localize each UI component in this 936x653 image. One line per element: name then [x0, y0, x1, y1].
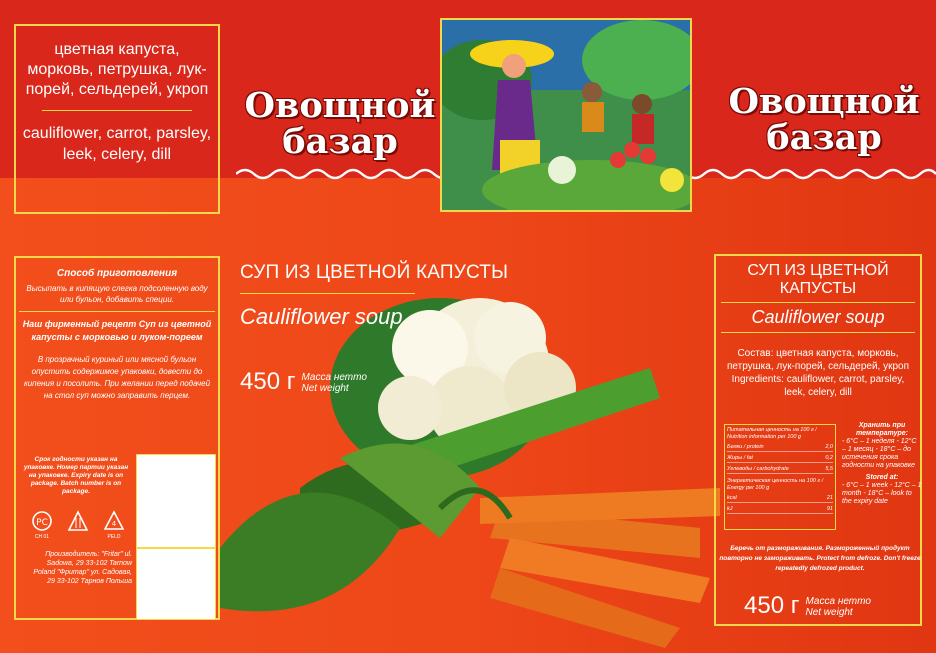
nutrition-heading: Питательная ценность на 100 г / Nutritio… — [727, 427, 817, 440]
brand-line1: Овощной — [728, 81, 920, 122]
certification-marks: PC CH 01 4 PELD — [26, 510, 130, 544]
energy-row: kJ 91 — [727, 506, 833, 514]
brand-line2: базар — [282, 121, 398, 162]
recycle-icon: 4 PELD — [100, 510, 128, 540]
storage-heading-en: Stored at: — [865, 474, 899, 481]
weight-label-en: Net weight — [301, 383, 349, 394]
nutrient-label: Белки / protein — [727, 444, 764, 450]
brand-line1: Овощной — [244, 85, 436, 126]
product-title-ru: СУП ИЗ ЦВЕТНОЙ КАПУСТЫ — [747, 262, 889, 297]
weight-label-ru: Масса нетто — [805, 596, 871, 607]
energy-value: 91 — [826, 506, 833, 512]
product-title-en: Cauliflower soup — [240, 304, 403, 329]
mark-label: PELD — [107, 534, 121, 540]
brand-logo-left: Овощной базар — [240, 88, 440, 160]
nutrition-table: Питательная ценность на 100 г / Nutritio… — [724, 424, 836, 530]
composition: Состав: цветная капуста, морковь, петруш… — [726, 348, 910, 398]
storage-ru: - 6°С – 1 неделя - 12°С – 1 месяц - 18°С… — [842, 438, 917, 469]
weight-label-ru: Масса нетто — [301, 372, 367, 383]
storage-info: Хранить при температуре: - 6°С – 1 недел… — [842, 422, 922, 506]
expiry-text: Срок годности указан на упаковке. Номер … — [23, 456, 129, 495]
net-weight: 450 г Масса нетто Net weight — [240, 368, 367, 396]
brand-line2: базар — [766, 117, 882, 158]
nutrient-label: Углеводы / carbohydrate — [727, 466, 789, 472]
producer-address: Производитель: "Fritar" ul. Sadowa, 29 3… — [33, 551, 132, 585]
nutrient-value: 2,0 — [825, 444, 833, 450]
energy-heading: Энергетическая ценность на 100 г / Energ… — [727, 478, 824, 491]
svg-text:PC: PC — [36, 518, 48, 528]
weight-label: Масса нетто Net weight — [301, 372, 366, 394]
nutrition-row: Белки / protein 2,0 — [727, 444, 833, 452]
energy-label: kcal — [727, 495, 737, 501]
rst-mark-icon: PC CH 01 — [28, 510, 56, 540]
product-title-en: Cauliflower soup — [751, 307, 885, 327]
divider — [721, 302, 915, 303]
weight-value: 450 г — [240, 368, 296, 395]
cup-fork-icon — [64, 510, 92, 534]
weight-value: 450 г — [744, 592, 800, 619]
storage-heading-ru: Хранить при температуре: — [856, 422, 908, 437]
market-painting — [440, 18, 692, 212]
svg-text:4: 4 — [112, 520, 117, 528]
weight-label-en: Net weight — [805, 607, 853, 618]
packaging-label: цветная капуста, морковь, петрушка, лук-… — [0, 0, 936, 653]
nutrient-label: Жиры / fat — [727, 455, 753, 461]
ingredients-en: cauliflower, carrot, parsley, leek, cele… — [22, 125, 212, 163]
nutrition-row: Жиры / fat 0,2 — [727, 455, 833, 463]
brand-logo-right: Овощной базар — [724, 84, 924, 156]
ingredients-panel: цветная капуста, морковь, петрушка, лук-… — [14, 24, 220, 214]
nutrient-value: 0,2 — [825, 455, 833, 461]
nutrient-value: 5,5 — [825, 466, 833, 472]
nutrition-row: Углеводы / carbohydrate 5,5 — [727, 466, 833, 474]
title-divider — [240, 293, 415, 294]
storage-en: - 6°C – 1 week - 12°C – 1 month - 18°C –… — [842, 482, 922, 505]
weight-label: Масса нетто Net weight — [805, 596, 870, 618]
defrost-warning: Беречь от размораживания. Размороженный … — [719, 545, 921, 572]
product-info-panel: СУП ИЗ ЦВЕТНОЙ КАПУСТЫ Cauliflower soup … — [714, 254, 922, 626]
divider — [721, 332, 915, 333]
energy-row: kcal 21 — [727, 495, 833, 503]
energy-label: kJ — [727, 506, 733, 512]
ingredients-ru: цветная капуста, морковь, петрушка, лук-… — [25, 41, 209, 98]
product-title-ru: СУП ИЗ ЦВЕТНОЙ КАПУСТЫ — [240, 262, 509, 283]
mark-label: CH 01 — [34, 534, 50, 540]
energy-value: 21 — [826, 495, 833, 501]
divider — [42, 110, 192, 111]
net-weight: 450 г Масса нетто Net weight — [744, 592, 871, 620]
